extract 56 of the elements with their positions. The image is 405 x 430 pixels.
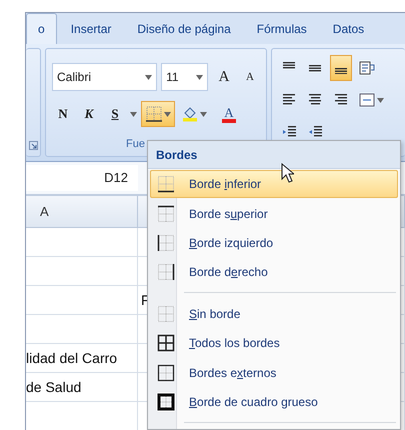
align-lines-icon	[282, 94, 296, 106]
merge-cells-icon	[359, 93, 375, 107]
table-cell: de Salud	[26, 373, 138, 402]
underline-button[interactable]: S	[104, 101, 126, 127]
align-lines-icon	[308, 62, 322, 74]
border-icon	[146, 106, 162, 122]
ribbon-tab[interactable]: o	[26, 13, 57, 44]
bottom-border-icon	[157, 175, 175, 194]
caret-icon	[200, 112, 207, 116]
menu-item[interactable]: Borde de cuadro grueso	[150, 388, 398, 416]
bold-button[interactable]: N	[52, 101, 74, 127]
italic-button[interactable]: K	[78, 101, 100, 127]
align-lines-icon	[334, 94, 348, 106]
table-cell: lidad del Carro	[26, 344, 138, 373]
left-border-icon	[157, 234, 175, 252]
no-border-icon	[157, 305, 175, 324]
caret-icon	[196, 74, 203, 80]
caret-icon	[145, 74, 152, 80]
caret-icon	[164, 112, 170, 116]
menu-item[interactable]: Borde derecho	[150, 258, 398, 286]
column-header[interactable]: A	[26, 196, 138, 228]
name-box[interactable]: D12	[26, 164, 138, 191]
group-label: Fue	[126, 138, 145, 152]
right-border-icon	[157, 263, 175, 282]
borders-button[interactable]	[141, 101, 175, 127]
top-border-icon	[157, 204, 175, 223]
font-color-button[interactable]: A	[214, 101, 244, 127]
menu-item[interactable]: Borde inferior	[150, 170, 398, 198]
menu-item[interactable]: Sin borde	[150, 300, 398, 328]
paint-bucket-icon	[182, 106, 198, 122]
caret-icon	[377, 98, 384, 102]
font-name-field[interactable]: Calibri	[52, 63, 158, 91]
thick-box-border-icon	[157, 392, 175, 411]
caret-icon	[130, 112, 137, 116]
menu-item[interactable]: Todos los bordes	[150, 329, 398, 358]
menu-item[interactable]: Borde izquierdo	[150, 228, 398, 257]
grow-font-button[interactable]: A	[212, 64, 236, 90]
ribbon-tab[interactable]: Diseño de página	[125, 13, 243, 44]
menu-item[interactable]: Borde superior	[150, 199, 398, 228]
dialog-launcher-icon[interactable]	[28, 140, 38, 150]
outside-borders-icon	[157, 364, 175, 382]
indent-icon	[308, 126, 322, 138]
indent-icon	[282, 126, 296, 138]
align-button[interactable]	[330, 55, 352, 81]
ribbon-tab[interactable]: Fórmulas	[244, 13, 319, 44]
wrap-text-icon	[359, 60, 375, 76]
font-size-field[interactable]: 11	[161, 63, 208, 91]
align-lines-icon	[308, 94, 322, 106]
ribbon-tab[interactable]: Insertar	[58, 13, 124, 44]
menu-item[interactable]: Bordes externos	[150, 358, 398, 387]
menu-title: Bordes	[148, 141, 400, 170]
all-borders-icon	[157, 334, 175, 352]
ribbon-tab[interactable]: Datos	[320, 13, 376, 44]
mouse-pointer-icon	[281, 163, 294, 183]
shrink-font-button[interactable]: A	[240, 64, 260, 90]
color-bar-icon	[222, 118, 236, 122]
